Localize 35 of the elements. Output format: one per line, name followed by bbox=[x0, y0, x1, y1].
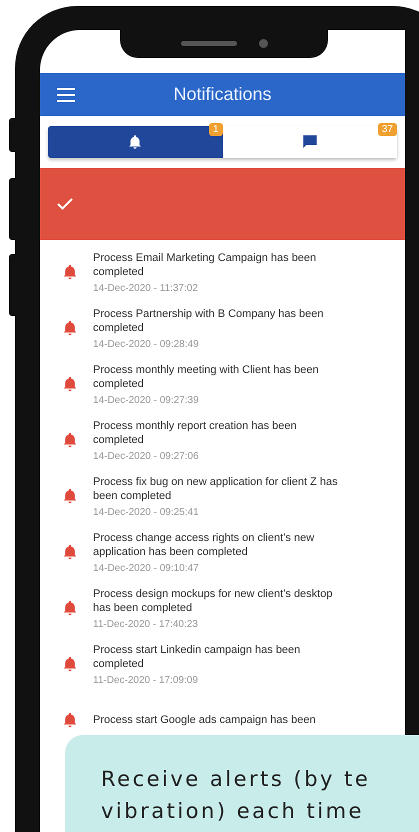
notification-text: Process change access rights on client’s new application has been completed bbox=[93, 530, 316, 558]
notification-text: Process fix bug on new application for client Z has been completed bbox=[93, 474, 339, 502]
tab[interactable]: 37 bbox=[222, 126, 397, 158]
tab[interactable]: 1 bbox=[48, 126, 222, 158]
bell-icon bbox=[61, 487, 79, 505]
notification-text: Process start Linkedin campaign has been completed bbox=[93, 642, 302, 670]
notification-time: 14-Dec-2020 - 09:25:41 bbox=[93, 506, 200, 518]
notification-time: 14-Dec-2020 - 09:27:06 bbox=[93, 450, 200, 462]
header-title: Notifications bbox=[172, 84, 273, 105]
caption-text: vibration) each time bbox=[101, 798, 365, 825]
bell-icon bbox=[61, 263, 79, 281]
bell-icon bbox=[61, 599, 79, 617]
bell-icon bbox=[61, 543, 79, 561]
notification-time: 11-Dec-2020 - 17:09:09 bbox=[93, 674, 199, 686]
notification-time: 14-Dec-2020 - 09:27:39 bbox=[93, 394, 200, 406]
bell-icon bbox=[61, 319, 79, 337]
count-badge: 37 bbox=[378, 123, 397, 136]
notification-time: 14-Dec-2020 - 09:28:49 bbox=[93, 338, 200, 350]
caption-text: Receive alerts (by te bbox=[101, 766, 372, 793]
notification-time: 11-Dec-2020 - 17:40:23 bbox=[93, 618, 199, 630]
notification-text: Process Partnership with B Company has been completed bbox=[93, 306, 325, 334]
notification-text: Process monthly meeting with Client has been completed bbox=[93, 362, 320, 390]
bell-icon bbox=[61, 431, 79, 449]
count-badge: 1 bbox=[208, 123, 222, 136]
bell-icon bbox=[61, 711, 79, 729]
notification-text: Process Email Marketing Campaign has been completed bbox=[93, 250, 318, 278]
notification-text: Process start Google ads campaign has been bbox=[93, 713, 317, 727]
menu-icon[interactable] bbox=[57, 88, 75, 102]
notification-text: Process design mockups for new client’s desktop has been completed bbox=[93, 586, 334, 614]
check-icon[interactable] bbox=[57, 198, 73, 210]
notification-text: Process monthly report creation has been completed bbox=[93, 418, 298, 446]
bell-icon bbox=[61, 375, 79, 393]
notification-time: 14-Dec-2020 - 09:10:47 bbox=[93, 562, 200, 574]
notification-time: 14-Dec-2020 - 11:37:02 bbox=[93, 282, 199, 294]
bell-icon bbox=[61, 655, 79, 673]
